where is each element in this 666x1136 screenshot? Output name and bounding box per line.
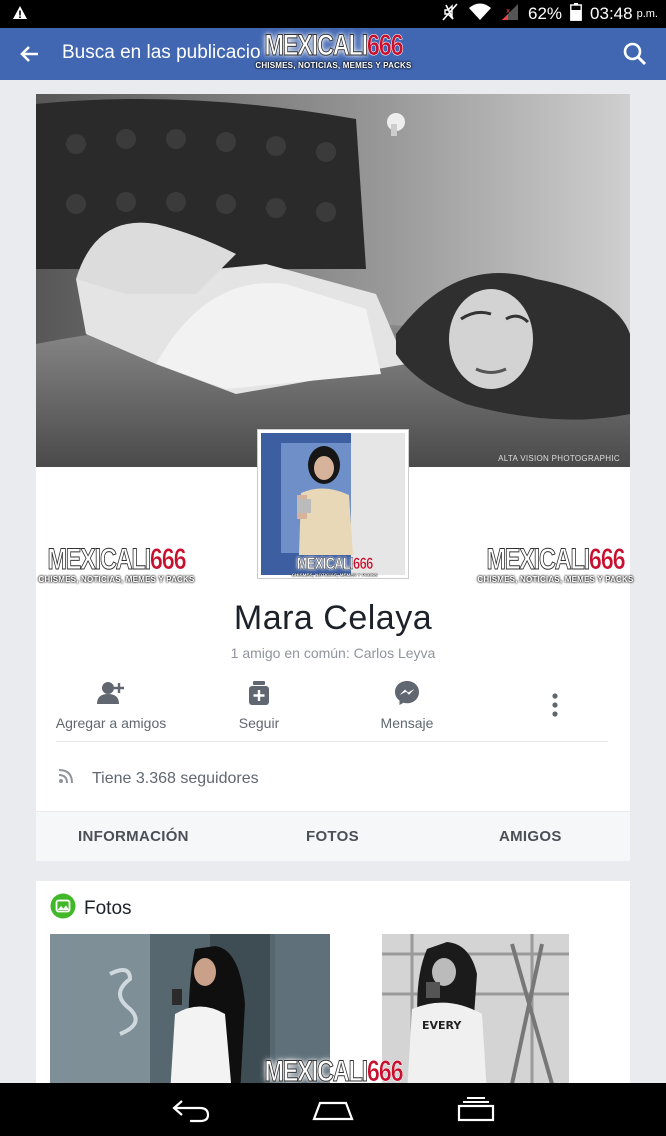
tab-informacion[interactable]: INFORMACIÓN: [78, 828, 189, 845]
follow-icon: [189, 680, 329, 706]
signal-icon: x: [500, 3, 520, 26]
message-label: Mensaje: [380, 715, 434, 731]
photos-icon: [50, 893, 76, 924]
clock-ampm: p.m.: [636, 8, 658, 20]
nav-home-icon[interactable]: [310, 1097, 356, 1128]
wifi-icon: [468, 3, 492, 26]
cover-photo[interactable]: ALTA VISION PHOTOGRAPHIC: [36, 94, 630, 467]
mutual-friends[interactable]: 1 amigo en común: Carlos Leyva: [36, 645, 630, 661]
watermark-logo: MEXICALI666 CHISMES, NOTICIAS, MEMES Y P…: [477, 543, 634, 584]
followers-count: Tiene 3.368 seguidores: [92, 769, 259, 787]
battery-icon: [570, 2, 582, 26]
nav-back-icon[interactable]: [170, 1097, 212, 1128]
add-friend-icon: [41, 680, 181, 706]
add-friend-button[interactable]: Agregar a amigos: [41, 680, 181, 731]
profile-card: ALTA VISION PHOTOGRAPHIC Mara Celaya 1 a…: [36, 94, 630, 861]
tab-fotos[interactable]: FOTOS: [306, 828, 359, 845]
search-query[interactable]: Busca en las publicaciones: [62, 42, 262, 64]
watermark-logo: MEXICALI666 CHISMES, NOTICIAS, MEMES Y P…: [291, 554, 378, 578]
profile-name: Mara Celaya: [233, 599, 433, 637]
back-arrow-icon[interactable]: [18, 42, 42, 71]
nav-recents-icon[interactable]: [456, 1097, 496, 1128]
rss-icon: [58, 768, 74, 789]
messenger-icon: [337, 680, 477, 706]
android-nav-bar: [0, 1083, 666, 1136]
message-button[interactable]: Mensaje: [337, 680, 477, 731]
tab-amigos[interactable]: AMIGOS: [499, 828, 562, 845]
divider: [56, 741, 608, 742]
follow-button[interactable]: Seguir: [189, 680, 329, 731]
follow-label: Seguir: [238, 715, 280, 731]
svg-text:EVERY: EVERY: [422, 1019, 462, 1032]
status-bar: x 62% 03:48 p.m.: [0, 0, 666, 28]
photos-title: Fotos: [84, 898, 132, 919]
watermark-logo: MEXICALI666 CHISMES, NOTICIAS, MEMES Y P…: [38, 543, 195, 584]
add-friend-label: Agregar a amigos: [55, 715, 167, 731]
watermark-logo: MEXICALI666 CHISMES, NOTICIAS, MEMES Y P…: [255, 29, 412, 70]
followers-row: Tiene 3.368 seguidores: [58, 768, 259, 789]
search-icon[interactable]: [622, 41, 648, 72]
more-options-icon[interactable]: [540, 690, 570, 720]
mute-icon: [440, 2, 460, 27]
clock-time: 03:48: [590, 4, 633, 23]
svg-text:x: x: [506, 7, 510, 15]
profile-actions: Agregar a amigos Seguir Mensaje: [36, 680, 630, 740]
profile-tabs: INFORMACIÓN FOTOS AMIGOS: [36, 811, 630, 861]
warning-icon: [12, 5, 28, 26]
battery-percent: 62%: [528, 4, 563, 23]
cover-credit: ALTA VISION PHOTOGRAPHIC: [498, 454, 620, 463]
